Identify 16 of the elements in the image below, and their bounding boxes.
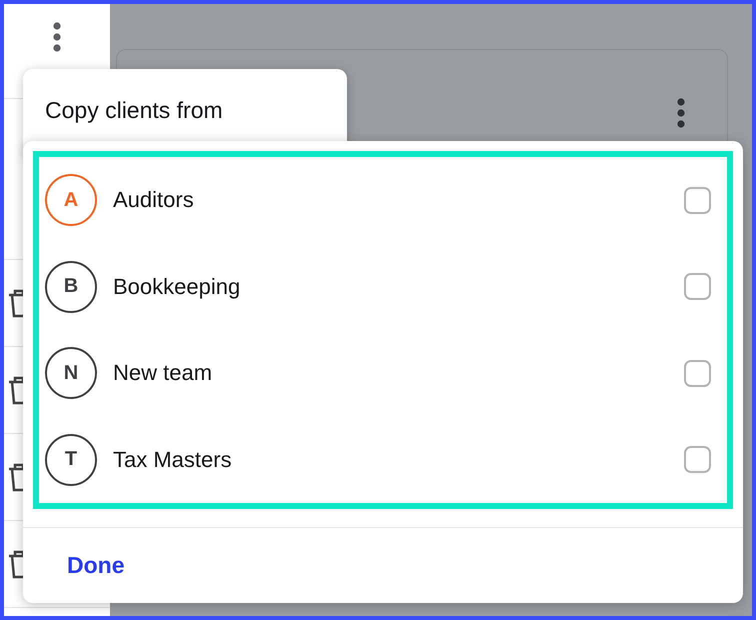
team-avatar: B xyxy=(45,260,97,313)
team-avatar: A xyxy=(45,174,97,226)
team-name: Auditors xyxy=(113,187,195,214)
team-name: Bookkeeping xyxy=(113,274,242,300)
team-checkbox[interactable] xyxy=(684,446,711,474)
team-checkbox[interactable] xyxy=(684,186,711,214)
team-checkbox[interactable] xyxy=(684,273,711,300)
team-checkbox[interactable] xyxy=(684,360,711,387)
team-avatar: T xyxy=(45,434,97,486)
team-avatar: N xyxy=(45,347,97,400)
menu-title: Copy clients from xyxy=(45,97,224,124)
team-name: New team xyxy=(113,360,214,386)
team-name: Tax Masters xyxy=(113,446,233,473)
done-button[interactable]: Done xyxy=(67,552,124,579)
more-icon[interactable] xyxy=(53,22,61,52)
more-icon[interactable] xyxy=(677,98,685,128)
